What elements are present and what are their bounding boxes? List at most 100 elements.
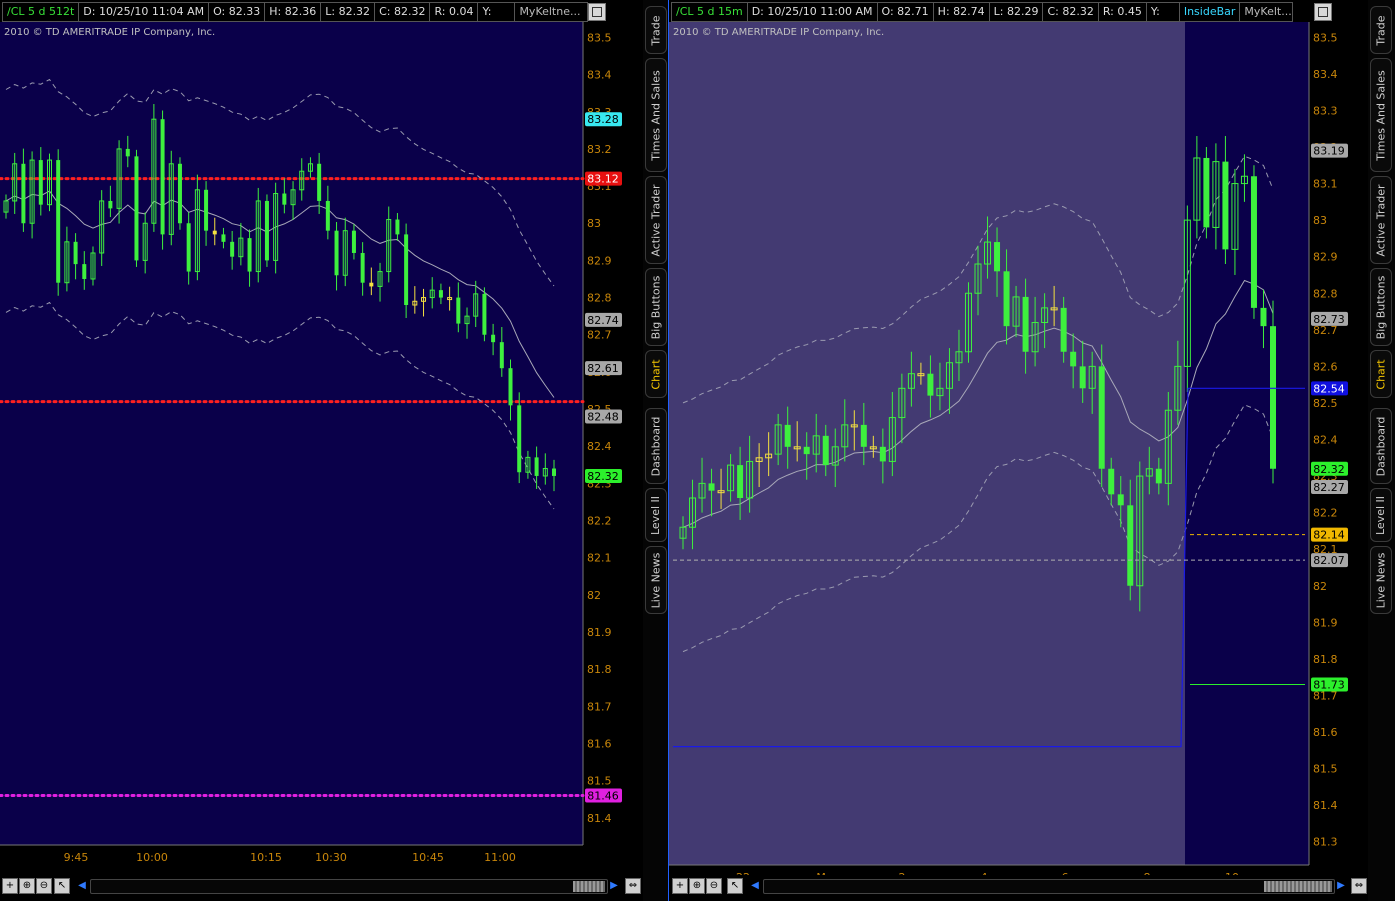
tab-level-ii-right[interactable]: Level II: [1370, 488, 1392, 542]
right-candle-body: [803, 446, 810, 455]
right-y-tick-label: 82.8: [1313, 287, 1338, 300]
right-toolbar: + ⊕ ⊖ ↖ ◀ ▶ ⇔: [669, 875, 1368, 897]
left-x-tick-label: 10:30: [315, 851, 347, 864]
right-candle-body: [708, 483, 715, 491]
right-study-keltner[interactable]: MyKelt...: [1240, 2, 1294, 22]
left-zoom-out-icon[interactable]: ⊖: [36, 878, 52, 894]
right-scrollbar[interactable]: [763, 879, 1335, 894]
tab-trade-right[interactable]: Trade: [1370, 6, 1392, 54]
left-y-tick-label: 83.2: [587, 143, 612, 156]
left-expand-icon[interactable]: ⇔: [625, 878, 641, 894]
left-scroll-thumb[interactable]: [573, 881, 605, 892]
left-candle-body: [491, 334, 496, 343]
left-candle-body: [534, 457, 539, 476]
right-candle-body: [1260, 307, 1267, 327]
tab-big-buttons[interactable]: Big Buttons: [645, 268, 667, 346]
right-pointer-icon[interactable]: ↖: [727, 878, 743, 894]
right-y-tick-label: 82.6: [1313, 360, 1338, 373]
left-y-tick-label: 83.5: [587, 31, 612, 44]
tab-dashboard[interactable]: Dashboard: [645, 408, 667, 484]
left-candle-body: [325, 200, 330, 231]
left-candle-body: [56, 160, 61, 283]
right-y-tick-label: 82.4: [1313, 434, 1338, 447]
left-y-tick-label: 81.4: [587, 812, 612, 825]
tab-trade[interactable]: Trade: [645, 6, 667, 54]
right-y-tick-label: 81.3: [1313, 836, 1338, 849]
left-candle-body: [73, 241, 78, 265]
right-range: R: 0.45: [1098, 2, 1147, 22]
right-y-tick-label: 81.5: [1313, 763, 1338, 776]
right-y: Y:: [1146, 2, 1180, 22]
tab-active-trader[interactable]: Active Trader: [645, 176, 667, 264]
right-y-tick-label: 81.8: [1313, 653, 1338, 666]
right-date: D: 10/25/10 11:00 AM: [747, 2, 878, 22]
tab-dashboard-right[interactable]: Dashboard: [1370, 408, 1392, 484]
tab-active-trader-right[interactable]: Active Trader: [1370, 176, 1392, 264]
tab-live-news-right[interactable]: Live News: [1370, 546, 1392, 614]
right-candle-body: [1155, 468, 1162, 484]
left-chart[interactable]: 2010 © TD AMERITRADE IP Company, Inc. 83.…: [0, 22, 643, 875]
left-scroll-left-icon[interactable]: ◀: [76, 879, 88, 892]
right-symbol[interactable]: /CL 5 d 15m: [671, 2, 748, 22]
right-close: C: 82.32: [1043, 2, 1099, 22]
left-close: C: 82.32: [375, 2, 431, 22]
left-pointer-icon[interactable]: ↖: [54, 878, 70, 894]
right-y-tick-label: 81.9: [1313, 616, 1338, 629]
side-tab-strip: Trade Times And Sales Active Trader Big …: [643, 0, 668, 901]
left-settings-icon[interactable]: [588, 3, 606, 21]
right-candle-body: [1203, 157, 1210, 228]
right-chart[interactable]: 2010 © TD AMERITRADE IP Company, Inc. 83.…: [669, 22, 1368, 875]
right-shaded-region: [669, 22, 1185, 865]
left-range: R: 0.04: [430, 2, 479, 22]
right-scroll-left-icon[interactable]: ◀: [749, 879, 761, 892]
left-symbol[interactable]: /CL 5 d 512t: [2, 2, 80, 22]
left-candle-body: [351, 230, 356, 253]
left-scrollbar[interactable]: [90, 879, 608, 894]
left-y-tick-label: 81.5: [587, 775, 612, 788]
left-copyright: 2010 © TD AMERITRADE IP Company, Inc.: [4, 27, 215, 38]
left-price-bubble-label: 82.32: [587, 470, 619, 483]
right-y-tick-label: 83.5: [1313, 31, 1338, 44]
left-plot-area: [0, 22, 583, 845]
left-candle-body: [438, 290, 443, 298]
tab-chart-right[interactable]: Chart: [1370, 350, 1392, 398]
right-scroll-thumb[interactable]: [1264, 881, 1332, 892]
left-x-tick-label: 10:00: [136, 851, 168, 864]
left-y-tick-label: 82.1: [587, 552, 612, 565]
left-scroll-right-icon[interactable]: ▶: [608, 879, 620, 892]
left-candle-body: [517, 405, 522, 473]
right-y-tick-label: 83: [1313, 214, 1327, 227]
right-candle-body: [822, 435, 829, 466]
left-candle-body: [395, 219, 400, 235]
right-expand-icon[interactable]: ⇔: [1351, 878, 1367, 894]
right-price-bubble-label: 82.32: [1313, 463, 1345, 476]
tab-level-ii[interactable]: Level II: [645, 488, 667, 542]
right-zoom-in-icon[interactable]: ⊕: [689, 878, 705, 894]
left-x-tick-label: 10:15: [250, 851, 282, 864]
left-candle-body: [482, 293, 487, 335]
left-zoom-in-icon[interactable]: ⊕: [19, 878, 35, 894]
right-scroll-right-icon[interactable]: ▶: [1335, 879, 1347, 892]
right-crosshair-icon[interactable]: +: [672, 878, 688, 894]
right-price-bubble-label: 81.73: [1313, 678, 1345, 691]
tab-live-news[interactable]: Live News: [645, 546, 667, 614]
tab-chart[interactable]: Chart: [645, 350, 667, 398]
left-candle-body: [21, 163, 26, 224]
tab-big-buttons-right[interactable]: Big Buttons: [1370, 268, 1392, 346]
right-study-insidebar[interactable]: InsideBar: [1179, 2, 1241, 22]
left-y-tick-label: 82.7: [587, 329, 612, 342]
tab-times-and-sales-right[interactable]: Times And Sales: [1370, 58, 1392, 172]
right-zoom-out-icon[interactable]: ⊖: [706, 878, 722, 894]
left-y-tick-label: 82.9: [587, 254, 612, 267]
left-y-tick-label: 81.9: [587, 626, 612, 639]
tab-times-and-sales[interactable]: Times And Sales: [645, 58, 667, 172]
right-candle-body: [1079, 366, 1086, 389]
right-price-bubble-label: 82.27: [1313, 481, 1345, 494]
left-candle-body: [186, 223, 191, 272]
right-settings-icon[interactable]: [1314, 3, 1332, 21]
right-tab-strip: Trade Times And Sales Active Trader Big …: [1368, 0, 1395, 901]
right-candle-body: [1098, 366, 1105, 469]
left-y-tick-label: 83: [587, 217, 601, 230]
left-crosshair-icon[interactable]: +: [2, 878, 18, 894]
left-study[interactable]: MyKeltne...: [515, 2, 589, 22]
